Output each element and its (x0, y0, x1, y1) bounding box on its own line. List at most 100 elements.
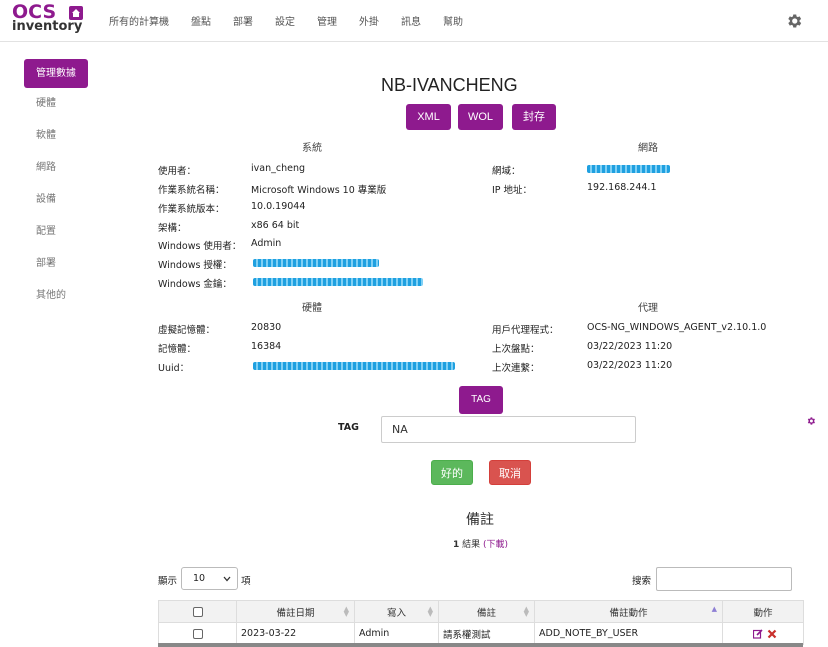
computer-name-title: NB-IVANCHENG (381, 75, 518, 95)
os-version-label: 作業系統版本： (158, 204, 225, 215)
col-note[interactable]: 備註 ▲ ▼ (438, 600, 535, 623)
table-row: 2023-03-22 Admin 請系權測試 ADD_NOTE_BY_USER (158, 622, 804, 645)
small-gear-icon[interactable] (806, 416, 816, 426)
windows-user-value: Admin (251, 238, 282, 249)
windows-key-label: Windows 金鑰： (158, 279, 232, 290)
nav-plugins[interactable]: 外掛 (348, 13, 390, 28)
nav-manage[interactable]: 管理 (306, 13, 348, 28)
show-label: 顯示 (158, 576, 178, 587)
nav-configuration[interactable]: 設定 (264, 13, 306, 28)
nav-inventory[interactable]: 盤點 (180, 13, 222, 28)
virtual-memory-label: 虛擬記憶體： (158, 325, 216, 336)
architecture-value: x86 64 bit (251, 220, 300, 231)
windows-key-redacted (253, 278, 423, 286)
results-summary: 1 結果 (下載) (453, 537, 508, 550)
sort-icon: ▲ ▼ (523, 605, 529, 618)
cell-row-actions (722, 622, 804, 645)
domain-label: 網域： (492, 166, 521, 177)
settings-gear-icon[interactable] (785, 12, 803, 30)
virtual-memory-value: 20830 (251, 322, 282, 333)
hardware-section-title: 硬體 (302, 303, 322, 314)
col-note-date[interactable]: 備註日期 ▲ ▼ (236, 600, 355, 623)
download-link[interactable]: (下載) (483, 540, 508, 550)
sidebar-item-deployment[interactable]: 部署 (36, 248, 88, 280)
system-section-title: 系統 (302, 143, 322, 154)
col-note-action[interactable]: 備註動作 ▲ (534, 600, 723, 623)
result-text: 結果 (459, 540, 483, 550)
os-name-value: Microsoft Windows 10 專業版 (251, 185, 387, 196)
chevron-down-icon (223, 576, 231, 582)
uuid-redacted (253, 362, 455, 370)
row-checkbox-cell (158, 622, 237, 645)
page-size-select[interactable]: 10 (181, 567, 238, 590)
delete-icon[interactable] (767, 629, 777, 639)
nav-deployment[interactable]: 部署 (222, 13, 264, 28)
windows-license-label: Windows 授權： (158, 260, 232, 271)
sidebar-item-network[interactable]: 網路 (36, 152, 88, 184)
col-actions: 動作 (722, 600, 804, 623)
row-checkbox[interactable] (192, 628, 203, 639)
xml-button[interactable]: XML (406, 104, 451, 130)
home-icon (69, 6, 83, 20)
sidebar-item-other[interactable]: 其他的 (36, 280, 88, 312)
architecture-label: 架構： (158, 223, 187, 234)
domain-redacted (587, 165, 670, 173)
uuid-label: Uuid： (158, 363, 190, 374)
last-contact-label: 上次連繫： (492, 363, 540, 374)
os-name-label: 作業系統名稱： (158, 185, 225, 196)
sidebar: 管理數據 硬體 軟體 網路 設備 配置 部署 其他的 (24, 59, 88, 312)
select-all-header (158, 600, 237, 623)
last-inventory-label: 上次盤點： (492, 344, 540, 355)
sidebar-item-devices[interactable]: 設備 (36, 184, 88, 216)
user-label: 使用者： (158, 166, 197, 177)
sort-icon: ▲ ▼ (343, 605, 349, 618)
memory-label: 記憶體： (158, 344, 197, 355)
last-inventory-value: 03/22/2023 11:20 (587, 341, 673, 352)
windows-user-label: Windows 使用者： (158, 241, 242, 252)
user-value: ivan_cheng (251, 163, 305, 174)
network-section-title: 網路 (638, 143, 658, 154)
nav-all-computers[interactable]: 所有的計算機 (98, 13, 180, 28)
user-agent-label: 用戶代理程式： (492, 325, 559, 336)
cell-note: 請系權測試 (438, 622, 535, 645)
items-label: 項 (241, 576, 251, 587)
sort-icon: ▲ ▼ (427, 605, 433, 618)
horizontal-scrollbar[interactable] (158, 643, 803, 647)
cell-date: 2023-03-22 (236, 622, 355, 645)
agent-section-title: 代理 (638, 303, 658, 314)
sidebar-item-software[interactable]: 軟體 (36, 120, 88, 152)
search-input[interactable] (656, 567, 792, 591)
ip-label: IP 地址： (492, 185, 533, 196)
sort-asc-icon: ▲ (711, 605, 717, 613)
ok-button[interactable]: 好的 (431, 460, 473, 485)
notes-table: 備註日期 ▲ ▼ 寫入 ▲ ▼ 備註 ▲ ▼ 備註動作 ▲ 動作 2023-03-22 Adm… (158, 600, 804, 645)
edit-icon[interactable] (753, 628, 763, 639)
page-size-value: 10 (193, 573, 206, 584)
cell-action: ADD_NOTE_BY_USER (534, 622, 723, 645)
notes-title: 備註 (466, 512, 494, 528)
ocs-logo[interactable]: OCS inventory (12, 1, 86, 38)
tag-input[interactable]: NA (381, 416, 636, 443)
logo-inventory-text: inventory (12, 19, 83, 34)
memory-value: 16384 (251, 341, 282, 352)
archive-button[interactable]: 封存 (512, 104, 556, 130)
main-nav: 所有的計算機 盤點 部署 設定 管理 外掛 訊息 幫助 (98, 13, 474, 28)
os-version-value: 10.0.19044 (251, 201, 306, 212)
last-contact-value: 03/22/2023 11:20 (587, 360, 673, 371)
top-navbar: OCS inventory 所有的計算機 盤點 部署 設定 管理 外掛 訊息 幫… (0, 0, 828, 42)
search-label: 搜索 (632, 576, 652, 587)
sidebar-item-config[interactable]: 配置 (36, 216, 88, 248)
ip-value: 192.168.244.1 (587, 182, 657, 193)
wol-button[interactable]: WOL (458, 104, 503, 130)
user-agent-value: OCS-NG_WINDOWS_AGENT_v2.10.1.0 (587, 322, 767, 333)
sidebar-item-admin-data[interactable]: 管理數據 (24, 59, 88, 88)
cancel-button[interactable]: 取消 (489, 460, 531, 485)
nav-help[interactable]: 幫助 (432, 13, 474, 28)
cell-author: Admin (354, 622, 439, 645)
tag-label: TAG (338, 422, 359, 433)
sidebar-item-hardware[interactable]: 硬體 (36, 88, 88, 120)
select-all-checkbox[interactable] (192, 606, 203, 617)
tag-button[interactable]: TAG (459, 386, 503, 414)
col-author[interactable]: 寫入 ▲ ▼ (354, 600, 439, 623)
nav-messages[interactable]: 訊息 (390, 13, 432, 28)
